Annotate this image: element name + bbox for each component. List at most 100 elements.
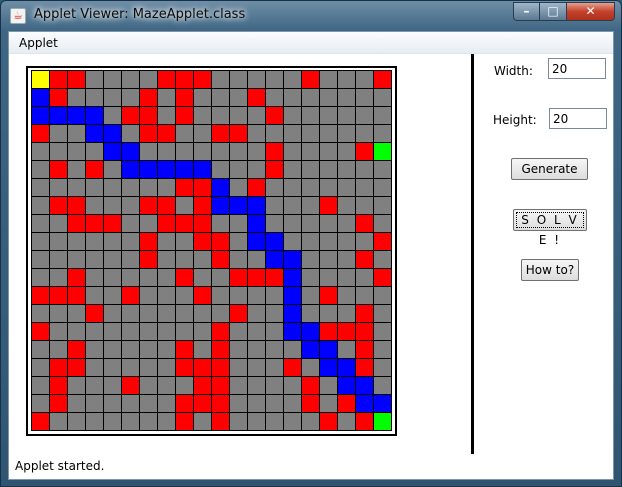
- close-button[interactable]: ✕: [567, 2, 615, 21]
- maze-open-cell: [157, 322, 176, 341]
- maze-open-cell: [283, 160, 302, 179]
- maze-wall-cell: [301, 394, 320, 413]
- maze-open-cell: [283, 214, 302, 233]
- maze-open-cell: [157, 340, 176, 359]
- maze-open-cell: [337, 160, 356, 179]
- maze-wall-cell: [49, 358, 68, 377]
- generate-button[interactable]: Generate: [511, 158, 588, 180]
- maze-open-cell: [319, 124, 338, 143]
- maze-open-cell: [175, 376, 194, 395]
- maze-open-cell: [193, 124, 212, 143]
- maze-open-cell: [373, 358, 392, 377]
- maximize-button[interactable]: □: [540, 2, 567, 21]
- maze-path-cell: [103, 142, 122, 161]
- maze-open-cell: [193, 268, 212, 287]
- maze-open-cell: [283, 394, 302, 413]
- maze-open-cell: [211, 88, 230, 107]
- maze-open-cell: [337, 250, 356, 269]
- maze-open-cell: [139, 304, 158, 323]
- minimize-button[interactable]: –: [513, 2, 540, 21]
- maze-wall-cell: [121, 106, 140, 125]
- maze-open-cell: [175, 124, 194, 143]
- maze-open-cell: [103, 286, 122, 305]
- title-bar[interactable]: ☕ Applet Viewer: MazeApplet.class – □ ✕: [1, 1, 621, 31]
- maze-panel: [26, 66, 397, 436]
- maze-open-cell: [355, 196, 374, 215]
- maze-open-cell: [67, 412, 86, 431]
- maze-open-cell: [373, 124, 392, 143]
- menu-applet[interactable]: Applet: [19, 36, 58, 50]
- maze-wall-cell: [67, 70, 86, 89]
- maze-wall-cell: [211, 358, 230, 377]
- maze-wall-cell: [175, 70, 194, 89]
- maze-open-cell: [319, 88, 338, 107]
- maze-open-cell: [319, 142, 338, 161]
- maze-open-cell: [265, 286, 284, 305]
- maze-open-cell: [139, 70, 158, 89]
- maze-wall-cell: [139, 124, 158, 143]
- maze-open-cell: [211, 304, 230, 323]
- width-input[interactable]: [548, 58, 606, 79]
- maze-open-cell: [85, 376, 104, 395]
- maze-open-cell: [31, 376, 50, 395]
- how-to-button[interactable]: How to?: [521, 259, 579, 281]
- maze-wall-cell: [157, 70, 176, 89]
- maze-wall-cell: [211, 250, 230, 269]
- maze-open-cell: [67, 142, 86, 161]
- maze-path-cell: [103, 124, 122, 143]
- maze-open-cell: [229, 232, 248, 251]
- maze-wall-cell: [355, 358, 374, 377]
- maze-path-cell: [355, 394, 374, 413]
- maze-open-cell: [283, 124, 302, 143]
- maze-path-cell: [283, 304, 302, 323]
- maze-open-cell: [373, 286, 392, 305]
- maze-open-cell: [49, 304, 68, 323]
- maze-open-cell: [247, 160, 266, 179]
- maze-open-cell: [85, 358, 104, 377]
- maze-wall-cell: [211, 124, 230, 143]
- maze-open-cell: [211, 142, 230, 161]
- maze-open-cell: [31, 196, 50, 215]
- maze-open-cell: [103, 340, 122, 359]
- maze-open-cell: [337, 268, 356, 287]
- maze-open-cell: [247, 70, 266, 89]
- maze-wall-cell: [31, 322, 50, 341]
- maze-open-cell: [139, 286, 158, 305]
- maze-open-cell: [103, 322, 122, 341]
- maze-open-cell: [283, 196, 302, 215]
- maze-wall-cell: [247, 178, 266, 197]
- maze-open-cell: [337, 142, 356, 161]
- solve-button[interactable]: S O L V E !: [513, 209, 587, 247]
- maze-open-cell: [373, 304, 392, 323]
- maze-open-cell: [175, 142, 194, 161]
- maze-open-cell: [67, 232, 86, 251]
- maze-open-cell: [337, 304, 356, 323]
- maze-path-cell: [247, 232, 266, 251]
- maze-open-cell: [103, 88, 122, 107]
- maze-wall-cell: [31, 412, 50, 431]
- maze-open-cell: [265, 412, 284, 431]
- maze-path-cell: [193, 160, 212, 179]
- maze-wall-cell: [373, 232, 392, 251]
- maze-open-cell: [265, 394, 284, 413]
- maze-wall-cell: [265, 142, 284, 161]
- maze-open-cell: [121, 70, 140, 89]
- maze-open-cell: [229, 286, 248, 305]
- maze-open-cell: [337, 214, 356, 233]
- maze-wall-cell: [193, 70, 212, 89]
- maze-wall-cell: [49, 88, 68, 107]
- maze-open-cell: [157, 142, 176, 161]
- maze-wall-cell: [49, 160, 68, 179]
- maze-open-cell: [301, 214, 320, 233]
- maze-open-cell: [157, 304, 176, 323]
- maze-wall-cell: [157, 214, 176, 233]
- maze-open-cell: [139, 412, 158, 431]
- maze-grid[interactable]: [31, 70, 392, 431]
- maze-open-cell: [373, 250, 392, 269]
- height-input[interactable]: [549, 108, 607, 129]
- maze-open-cell: [301, 250, 320, 269]
- maze-path-cell: [265, 232, 284, 251]
- maze-wall-cell: [301, 376, 320, 395]
- maze-open-cell: [229, 358, 248, 377]
- window-title: Applet Viewer: MazeApplet.class: [34, 7, 246, 22]
